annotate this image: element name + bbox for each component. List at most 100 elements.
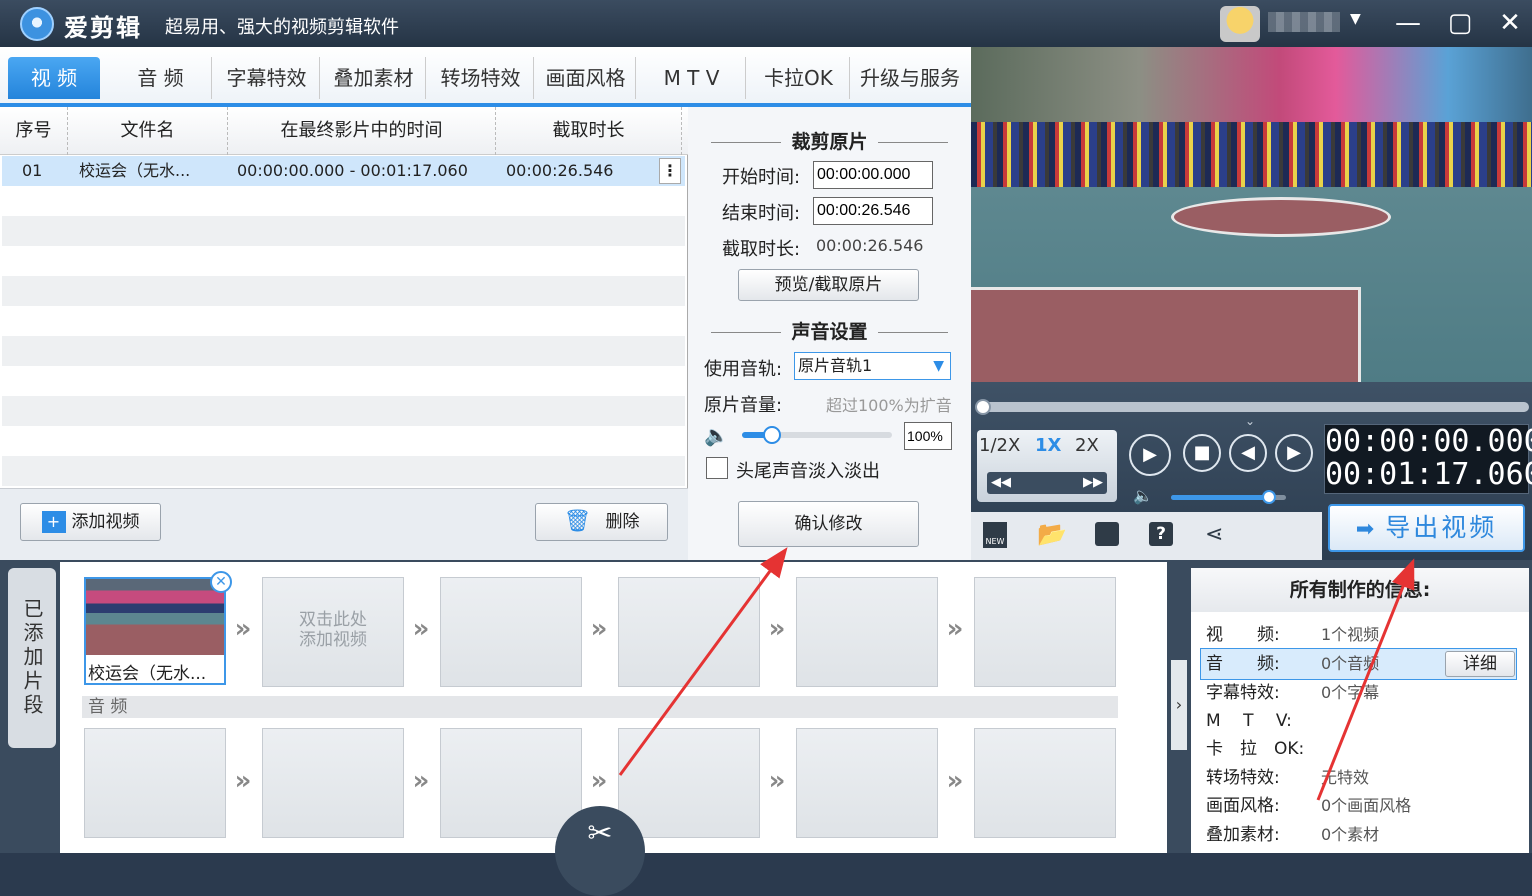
- col-index[interactable]: 序号: [0, 107, 68, 155]
- next-frame-button[interactable]: ▶: [1275, 434, 1313, 472]
- tab-transition-effects[interactable]: 转场特效: [428, 57, 534, 99]
- timecode-display: 00:00:00.000 00:01:17.060: [1324, 424, 1532, 494]
- empty-row: [2, 336, 685, 366]
- row-more-icon[interactable]: ⋮: [659, 158, 681, 184]
- speed-control: 1/2X 1X 2X ◀◀ ▶▶: [977, 430, 1117, 502]
- timecode-current: 00:00:00.000: [1325, 424, 1532, 459]
- audio-track-label: 使用音轨:: [704, 359, 783, 380]
- speed-1x[interactable]: 1X: [1035, 435, 1061, 456]
- help-icon[interactable]: ?: [1149, 522, 1173, 546]
- end-time-field[interactable]: [813, 197, 933, 225]
- col-time-in-film[interactable]: 在最终影片中的时间: [228, 107, 496, 155]
- add-video-slot[interactable]: 双击此处 添加视频: [262, 577, 404, 687]
- tab-overlay-material[interactable]: 叠加素材: [322, 57, 426, 99]
- preview-trim-button[interactable]: 预览/截取原片: [738, 269, 919, 301]
- empty-video-slot[interactable]: [618, 577, 760, 687]
- detail-button[interactable]: 详细: [1445, 651, 1515, 677]
- empty-row: [2, 366, 685, 396]
- start-time-field[interactable]: [813, 161, 933, 189]
- player-volume-slider[interactable]: [1171, 490, 1286, 504]
- clip-thumbnail[interactable]: 校运会（无水... ✕: [84, 571, 232, 685]
- chevron-down-icon[interactable]: ⌄: [1245, 414, 1255, 428]
- empty-audio-slot[interactable]: [262, 728, 404, 838]
- empty-video-slot[interactable]: [440, 577, 582, 687]
- new-project-icon[interactable]: NEW: [983, 522, 1007, 548]
- fade-checkbox[interactable]: [706, 457, 728, 479]
- tab-video[interactable]: 视 频: [8, 57, 100, 99]
- info-label-overlay: 叠加素材:: [1206, 825, 1280, 845]
- scissors-icon[interactable]: ✂: [555, 806, 645, 896]
- empty-audio-slot[interactable]: [618, 728, 760, 838]
- row-index: 01: [22, 161, 43, 180]
- play-button[interactable]: ▶: [1129, 434, 1171, 476]
- table-row[interactable]: 01 校运会（无水... 00:00:00.000 - 00:01:17.060…: [2, 156, 685, 186]
- speed-2x[interactable]: 2X: [1075, 435, 1099, 456]
- empty-video-slot[interactable]: [974, 577, 1116, 687]
- empty-audio-slot[interactable]: [974, 728, 1116, 838]
- chevron-right-icon: »: [590, 614, 608, 644]
- add-video-label: 添加视频: [71, 512, 140, 532]
- list-footer: + 添加视频 🗑 删除: [0, 488, 688, 560]
- minimize-button[interactable]: —: [1388, 4, 1428, 42]
- share-icon[interactable]: ⋖: [1205, 522, 1223, 547]
- close-button[interactable]: ✕: [1490, 4, 1530, 42]
- chevron-down-icon[interactable]: ▼: [1350, 11, 1361, 27]
- title-bar: 爱剪辑 超易用、强大的视频剪辑软件 ▼ — ▢ ✕: [0, 0, 1532, 47]
- export-video-button[interactable]: ➡ 导出视频: [1328, 504, 1525, 552]
- player-volume-handle[interactable]: [1261, 490, 1276, 504]
- volume-value-field[interactable]: [904, 422, 952, 450]
- maximize-button[interactable]: ▢: [1440, 4, 1480, 42]
- preview-crowd: [971, 122, 1532, 192]
- chevron-right-icon: »: [768, 614, 786, 644]
- col-duration[interactable]: 截取时长: [496, 107, 682, 155]
- volume-slider[interactable]: [742, 426, 892, 444]
- empty-row: [2, 306, 685, 336]
- confirm-edit-button[interactable]: 确认修改: [738, 501, 919, 547]
- empty-audio-slot[interactable]: [84, 728, 226, 838]
- delete-button[interactable]: 🗑 删除: [535, 503, 668, 541]
- timeline-track-area: 校运会（无水... ✕ » 双击此处 添加视频 » » » » 音 频 » » …: [60, 562, 1167, 896]
- clip-edit-panel: 裁剪原片 开始时间: 结束时间: 截取时长: 00:00:26.546 预览/截…: [688, 107, 971, 560]
- add-video-button[interactable]: + 添加视频: [20, 503, 161, 541]
- tab-karaoke[interactable]: 卡拉OK: [748, 57, 850, 99]
- tab-upgrade-service[interactable]: 升级与服务: [852, 57, 968, 99]
- col-filename[interactable]: 文件名: [68, 107, 228, 155]
- audio-track-select[interactable]: 原片音轨1 ▼: [794, 352, 951, 380]
- audio-track-header: 音 频: [82, 696, 1118, 718]
- tab-picture-style[interactable]: 画面风格: [536, 57, 636, 99]
- fast-forward-icon[interactable]: ▶▶: [1083, 472, 1103, 494]
- video-preview[interactable]: [971, 47, 1532, 382]
- user-avatar[interactable]: [1220, 6, 1260, 42]
- prev-frame-button[interactable]: ◀: [1229, 434, 1267, 472]
- info-label-transition: 转场特效:: [1206, 768, 1280, 788]
- volume-hint: 超过100%为扩音: [826, 396, 952, 415]
- tab-audio[interactable]: 音 频: [110, 57, 212, 99]
- empty-video-slot[interactable]: [796, 577, 938, 687]
- seek-bar[interactable]: [975, 399, 1529, 415]
- info-value-video: 1个视频: [1321, 625, 1380, 644]
- remove-clip-icon[interactable]: ✕: [210, 571, 232, 593]
- empty-row: [2, 246, 685, 276]
- open-folder-icon[interactable]: 📂: [1037, 520, 1067, 548]
- tab-subtitle-effects[interactable]: 字幕特效: [214, 57, 320, 99]
- chevron-right-icon: »: [590, 766, 608, 796]
- empty-audio-slot[interactable]: [440, 728, 582, 838]
- player-volume-icon[interactable]: 🔈: [1133, 486, 1153, 505]
- timeline-panel: 已添加片段 校运会（无水... ✕ » 双击此处 添加视频 » » » » 音 …: [0, 560, 1169, 896]
- speed-half[interactable]: 1/2X: [979, 435, 1020, 456]
- stop-button[interactable]: ■: [1183, 434, 1221, 472]
- seek-handle[interactable]: [975, 399, 991, 415]
- speaker-icon[interactable]: 🔈: [704, 423, 729, 447]
- empty-audio-slot[interactable]: [796, 728, 938, 838]
- rewind-icon[interactable]: ◀◀: [991, 475, 1011, 490]
- trash-icon: 🗑: [563, 509, 592, 534]
- empty-row: [2, 456, 685, 486]
- tab-mtv[interactable]: M T V: [638, 57, 746, 99]
- collapse-panel-icon[interactable]: ›: [1171, 660, 1187, 750]
- save-icon[interactable]: [1095, 522, 1119, 546]
- row-time-range: 00:00:00.000 - 00:01:17.060: [237, 161, 468, 180]
- end-time-label: 结束时间:: [722, 203, 801, 224]
- jog-shuttle[interactable]: ◀◀ ▶▶: [987, 472, 1107, 494]
- user-name-blurred[interactable]: [1268, 12, 1340, 32]
- volume-slider-handle[interactable]: [763, 426, 781, 444]
